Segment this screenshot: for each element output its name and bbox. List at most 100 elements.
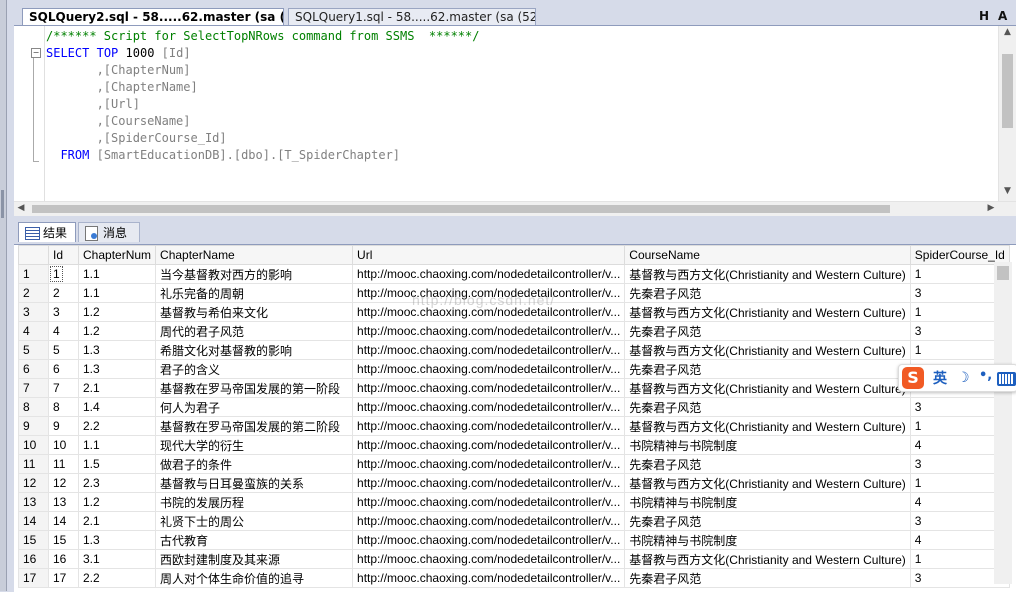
cell-chapter-num[interactable]: 1.3 xyxy=(77,530,157,550)
cell-chapter-num[interactable]: 1.2 xyxy=(77,321,157,341)
window-button-a[interactable]: A xyxy=(998,9,1007,23)
cell-chapter-name[interactable]: 周代的君子风范 xyxy=(155,321,354,341)
table-row[interactable]: 15 15 1.3 古代教育 http://mooc.chaoxing.com/node… xyxy=(18,530,1010,550)
punctuation-icon[interactable]: •, xyxy=(979,368,992,383)
sogou-logo-icon[interactable]: S xyxy=(902,367,924,389)
ime-language-toggle[interactable]: 英 xyxy=(933,368,947,388)
ime-toolbar[interactable]: S 英 ☽ •, xyxy=(898,364,1016,392)
cell-course-name[interactable]: 先秦君子风范 xyxy=(624,397,911,417)
cell-chapter-num[interactable]: 1.1 xyxy=(77,283,157,303)
cell-url[interactable]: http://mooc.chaoxing.com/nodedetailcontr… xyxy=(352,454,626,474)
cell-url[interactable]: http://mooc.chaoxing.com/nodedetailcontr… xyxy=(352,530,626,550)
scroll-right-icon[interactable]: ▶ xyxy=(984,203,998,213)
cell-chapter-num[interactable]: 2.2 xyxy=(77,416,157,436)
cell-id[interactable]: 13 xyxy=(48,492,79,512)
cell-chapter-num[interactable]: 2.3 xyxy=(77,473,157,493)
cell-url[interactable]: http://mooc.chaoxing.com/nodedetailcontr… xyxy=(352,568,626,588)
cell-course-name[interactable]: 基督教与西方文化(Christianity and Western Cultur… xyxy=(624,473,911,493)
cell-id[interactable]: 6 xyxy=(48,359,79,379)
cell-url[interactable]: http://mooc.chaoxing.com/nodedetailcontr… xyxy=(352,435,626,455)
cell-id[interactable]: 12 xyxy=(48,473,79,493)
cell-row-number[interactable]: 11 xyxy=(18,454,49,474)
cell-row-number[interactable]: 12 xyxy=(18,473,49,493)
tab-sqlquery1[interactable]: SQLQuery1.sql - 58.....62.master (sa (52… xyxy=(288,8,536,25)
column-header-url[interactable]: Url xyxy=(352,245,626,265)
cell-course-name[interactable]: 先秦君子风范 xyxy=(624,283,911,303)
grid-vertical-scrollbar[interactable] xyxy=(994,262,1012,584)
cell-course-name[interactable]: 基督教与西方文化(Christianity and Western Cultur… xyxy=(624,302,911,322)
cell-course-name[interactable]: 先秦君子风范 xyxy=(624,511,911,531)
cell-url[interactable]: http://mooc.chaoxing.com/nodedetailcontr… xyxy=(352,549,626,569)
table-row[interactable]: 16 16 3.1 西欧封建制度及其来源 http://mooc.chaoxing.co… xyxy=(18,549,1010,569)
cell-row-number[interactable]: 7 xyxy=(18,378,49,398)
column-header-id[interactable]: Id xyxy=(48,245,79,265)
cell-chapter-name[interactable]: 礼贤下士的周公 xyxy=(155,511,354,531)
cell-row-number[interactable]: 4 xyxy=(18,321,49,341)
cell-chapter-name[interactable]: 周人对个体生命价值的追寻 xyxy=(155,568,354,588)
table-row[interactable]: 1 1 1.1 当今基督教对西方的影响 http://mooc.chaoxing.com… xyxy=(18,264,1010,284)
cell-row-number[interactable]: 2 xyxy=(18,283,49,303)
cell-id[interactable]: 4 xyxy=(48,321,79,341)
cell-id[interactable]: 7 xyxy=(48,378,79,398)
table-row[interactable]: 5 5 1.3 希腊文化对基督教的影响 http://mooc.chaoxing.com… xyxy=(18,340,1010,360)
cell-course-name[interactable]: 书院精神与书院制度 xyxy=(624,530,911,550)
cell-chapter-name[interactable]: 做君子的条件 xyxy=(155,454,354,474)
cell-chapter-name[interactable]: 希腊文化对基督教的影响 xyxy=(155,340,354,360)
cell-url[interactable]: http://mooc.chaoxing.com/nodedetailcontr… xyxy=(352,492,626,512)
cell-chapter-num[interactable]: 1.4 xyxy=(77,397,157,417)
cell-id[interactable]: 9 xyxy=(48,416,79,436)
column-header-chaptername[interactable]: ChapterName xyxy=(155,245,354,265)
cell-id[interactable]: 16 xyxy=(48,549,79,569)
cell-row-number[interactable]: 8 xyxy=(18,397,49,417)
cell-row-number[interactable]: 3 xyxy=(18,302,49,322)
cell-url[interactable]: http://mooc.chaoxing.com/nodedetailcontr… xyxy=(352,340,626,360)
cell-chapter-name[interactable]: 基督教在罗马帝国发展的第一阶段 xyxy=(155,378,354,398)
cell-chapter-num[interactable]: 1.1 xyxy=(77,435,157,455)
grid-scroll-thumb[interactable] xyxy=(997,266,1009,280)
cell-chapter-name[interactable]: 西欧封建制度及其来源 xyxy=(155,549,354,569)
cell-course-name[interactable]: 基督教与西方文化(Christianity and Western Cultur… xyxy=(624,378,911,398)
query-editor[interactable]: − /****** Script for SelectTopNRows comm… xyxy=(14,25,1016,216)
cell-row-number[interactable]: 15 xyxy=(18,530,49,550)
collapse-icon[interactable]: − xyxy=(31,48,41,58)
cell-row-number[interactable]: 17 xyxy=(18,568,49,588)
cell-chapter-num[interactable]: 2.1 xyxy=(77,378,157,398)
cell-id[interactable]: 5 xyxy=(48,340,79,360)
cell-id[interactable]: 8 xyxy=(48,397,79,417)
cell-url[interactable]: http://mooc.chaoxing.com/nodedetailcontr… xyxy=(352,264,626,284)
cell-chapter-name[interactable]: 君子的含义 xyxy=(155,359,354,379)
table-row[interactable]: 13 13 1.2 书院的发展历程 http://mooc.chaoxing.com/n… xyxy=(18,492,1010,512)
editor-scroll-thumb[interactable] xyxy=(1002,54,1013,128)
editor-vertical-scrollbar[interactable]: ▲ ▼ xyxy=(998,26,1016,202)
cell-url[interactable]: http://mooc.chaoxing.com/nodedetailcontr… xyxy=(352,397,626,417)
cell-chapter-name[interactable]: 基督教与日耳曼蛮族的关系 xyxy=(155,473,354,493)
keyboard-icon[interactable] xyxy=(997,372,1016,386)
cell-chapter-num[interactable]: 2.2 xyxy=(77,568,157,588)
cell-course-name[interactable]: 书院精神与书院制度 xyxy=(624,492,911,512)
cell-id[interactable]: 14 xyxy=(48,511,79,531)
cell-row-number[interactable]: 5 xyxy=(18,340,49,360)
cell-id[interactable]: 15 xyxy=(48,530,79,550)
moon-icon[interactable]: ☽ xyxy=(957,370,970,386)
cell-course-name[interactable]: 基督教与西方文化(Christianity and Western Cultur… xyxy=(624,549,911,569)
cell-row-number[interactable]: 13 xyxy=(18,492,49,512)
column-header-coursename[interactable]: CourseName xyxy=(624,245,911,265)
cell-course-name[interactable]: 先秦君子风范 xyxy=(624,568,911,588)
column-header-chapternum[interactable]: ChapterNum xyxy=(77,245,157,265)
sql-code[interactable]: /****** Script for SelectTopNRows comman… xyxy=(46,28,479,164)
cell-id[interactable]: 10 xyxy=(48,435,79,455)
cell-course-name[interactable]: 书院精神与书院制度 xyxy=(624,435,911,455)
cell-row-number[interactable]: 9 xyxy=(18,416,49,436)
cell-course-name[interactable]: 先秦君子风范 xyxy=(624,454,911,474)
scroll-left-icon[interactable]: ◀ xyxy=(14,203,28,213)
cell-chapter-num[interactable]: 1.3 xyxy=(77,340,157,360)
cell-row-number[interactable]: 1 xyxy=(18,264,49,284)
cell-id[interactable]: 17 xyxy=(48,568,79,588)
cell-chapter-name[interactable]: 古代教育 xyxy=(155,530,354,550)
tab-messages[interactable]: 消息 xyxy=(78,222,140,242)
scroll-up-icon[interactable]: ▲ xyxy=(999,27,1016,37)
cell-course-name[interactable]: 先秦君子风范 xyxy=(624,359,911,379)
cell-chapter-name[interactable]: 当今基督教对西方的影响 xyxy=(155,264,354,284)
editor-hscroll-thumb[interactable] xyxy=(32,205,890,213)
cell-id[interactable]: 1 xyxy=(48,264,79,284)
